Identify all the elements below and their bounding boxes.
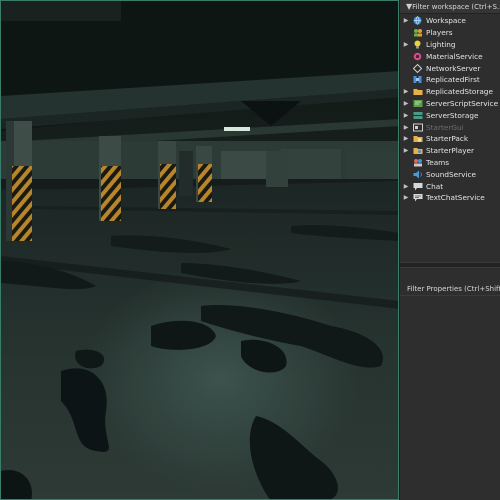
expand-arrow-icon[interactable]: ▶	[400, 135, 412, 142]
expand-arrow-icon[interactable]: ▶	[400, 88, 412, 95]
expand-arrow-icon[interactable]: ▶	[400, 183, 412, 190]
players-icon	[412, 28, 423, 37]
tree-item-label: StarterPack	[426, 134, 469, 144]
expand-arrow-icon[interactable]: ▶	[400, 194, 412, 201]
tree-item-label: NetworkServer	[426, 63, 481, 73]
text-chat-icon	[412, 193, 423, 202]
tree-item-label: Workspace	[426, 16, 466, 26]
tree-item-label: SoundService	[426, 169, 476, 179]
tree-item-label: ReplicatedFirst	[426, 75, 480, 85]
gui-icon	[412, 123, 423, 132]
chat-icon	[412, 182, 423, 191]
tree-item-networkserver[interactable]: NetworkServer	[400, 62, 500, 74]
parking-garage-scene	[1, 1, 398, 499]
tree-item-chat[interactable]: ▶ Chat	[400, 180, 500, 192]
tree-item-label: TextChatService	[426, 193, 485, 203]
tree-item-label: Players	[426, 28, 453, 38]
starter-player-icon	[412, 146, 423, 155]
tree-item-textchatservice[interactable]: ▶ TextChatService	[400, 192, 500, 204]
tree-item-serverstorage[interactable]: ▶ ServerStorage	[400, 109, 500, 121]
expand-arrow-icon[interactable]: ▶	[400, 124, 412, 131]
pillar-right	[196, 146, 212, 202]
pillar-left	[6, 121, 32, 241]
material-icon	[412, 52, 423, 61]
pillar-center	[158, 141, 176, 209]
tree-item-label: ServerScriptService	[426, 98, 499, 108]
starter-pack-icon	[412, 134, 423, 143]
explorer-panel: ▼ Filter workspace (Ctrl+S... ▶ Workspac…	[400, 0, 500, 262]
lightbulb-icon	[412, 40, 423, 49]
sound-icon	[412, 170, 423, 179]
tree-item-startergui[interactable]: ▶ StarterGui	[400, 121, 500, 133]
tree-item-label: Chat	[426, 181, 444, 191]
game-viewport[interactable]	[0, 0, 399, 500]
tree-item-teams[interactable]: Teams	[400, 157, 500, 169]
tree-item-soundservice[interactable]: SoundService	[400, 168, 500, 180]
tree-item-label: MaterialService	[426, 51, 483, 61]
tree-item-materialservice[interactable]: MaterialService	[400, 50, 500, 62]
tree-item-label: StarterPlayer	[426, 146, 475, 156]
expand-arrow-icon[interactable]: ▶	[400, 147, 412, 154]
tree-item-replicatedstorage[interactable]: ▶ ReplicatedStorage	[400, 86, 500, 98]
explorer-filter-bar[interactable]: ▼ Filter workspace (Ctrl+S...	[400, 0, 500, 14]
tree-item-label: Lighting	[426, 39, 456, 49]
tree-item-starterpack[interactable]: ▶ StarterPack	[400, 133, 500, 145]
script-service-icon	[412, 99, 423, 108]
tree-item-label: ServerStorage	[426, 110, 479, 120]
teams-icon	[412, 158, 423, 167]
expand-arrow-icon[interactable]: ▶	[400, 41, 412, 48]
globe-icon	[412, 16, 423, 26]
studio-side-panels: ▼ Filter workspace (Ctrl+S... ▶ Workspac…	[399, 0, 500, 500]
tree-item-label: ReplicatedStorage	[426, 87, 493, 97]
tree-item-starterplayer[interactable]: ▶ StarterPlayer	[400, 145, 500, 157]
pillar-center-left	[99, 136, 121, 221]
tree-item-workspace[interactable]: ▶ Workspace	[400, 15, 500, 27]
explorer-filter-input[interactable]: Filter workspace (Ctrl+S...	[412, 3, 500, 11]
expand-arrow-icon[interactable]: ▶	[400, 112, 412, 119]
tree-item-label: Teams	[426, 157, 450, 167]
tree-item-label: StarterGui	[426, 122, 464, 132]
tree-item-serverscriptservice[interactable]: ▶ ServerScriptService	[400, 98, 500, 110]
tree-item-players[interactable]: Players	[400, 27, 500, 39]
properties-filter-input[interactable]: Filter Properties (Ctrl+Shift+P)	[407, 285, 500, 293]
properties-panel: Filter Properties (Ctrl+Shift+P)	[400, 268, 500, 500]
folder-icon	[412, 87, 423, 96]
expand-arrow-icon[interactable]: ▶	[400, 17, 412, 24]
expand-arrow-icon[interactable]: ▶	[400, 100, 412, 107]
server-storage-icon	[412, 111, 423, 120]
replicated-first-icon	[412, 75, 423, 84]
explorer-tree: ▶ Workspace Players ▶ Lighting MaterialS…	[400, 14, 500, 204]
properties-filter-bar[interactable]: Filter Properties (Ctrl+Shift+P)	[400, 282, 500, 296]
network-icon	[412, 63, 423, 73]
tree-item-replicatedfirst[interactable]: ReplicatedFirst	[400, 74, 500, 86]
tree-item-lighting[interactable]: ▶ Lighting	[400, 39, 500, 51]
